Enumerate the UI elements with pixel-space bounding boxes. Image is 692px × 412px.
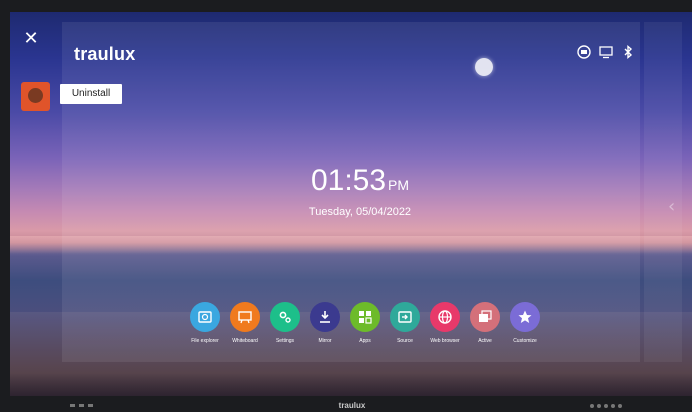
status-icons	[577, 44, 635, 60]
dock-item-active[interactable]: Active	[465, 302, 505, 350]
app-thumbnail[interactable]	[21, 82, 50, 111]
bezel-left-controls[interactable]	[70, 404, 93, 410]
apps-grid-icon[interactable]	[350, 302, 380, 332]
monitor-icon[interactable]	[599, 45, 613, 59]
download-tray-icon[interactable]	[310, 302, 340, 332]
touch-cursor	[475, 58, 493, 76]
star-icon[interactable]	[510, 302, 540, 332]
bezel-button[interactable]	[590, 404, 594, 408]
bezel-brand: traulux	[338, 401, 366, 410]
dock-label: Active	[478, 338, 492, 344]
dock-item-mirror[interactable]: Mirror	[305, 302, 345, 350]
dock-label: Source	[397, 338, 413, 344]
uninstall-button[interactable]: Uninstall	[60, 84, 122, 104]
dock-label: Apps	[359, 338, 371, 344]
dock-item-apps[interactable]: Apps	[345, 302, 385, 350]
dock-item-settings[interactable]: Settings	[265, 302, 305, 350]
bezel-button[interactable]	[79, 404, 84, 407]
globe-icon[interactable]	[430, 302, 460, 332]
chevron-right-icon[interactable]: ‹	[668, 196, 675, 217]
app-avatar-icon	[28, 88, 43, 103]
dock-label: Web browser	[430, 338, 460, 344]
bezel-button[interactable]	[88, 404, 93, 407]
bezel-button[interactable]	[70, 404, 75, 407]
bluetooth-icon[interactable]	[621, 45, 635, 59]
dock-item-customize[interactable]: Customize	[505, 302, 545, 350]
brand-logo: traulux	[74, 44, 136, 64]
clock: 01:53 PM	[250, 164, 470, 198]
bezel-button[interactable]	[604, 404, 608, 408]
whiteboard-icon[interactable]	[230, 302, 260, 332]
next-panel-peek[interactable]	[644, 22, 682, 362]
dock-item-whiteboard[interactable]: Whiteboard	[225, 302, 265, 350]
dock-item-source[interactable]: Source	[385, 302, 425, 350]
bezel-right-controls[interactable]	[590, 404, 622, 410]
app-dock: File explorer Whiteboard Settings Mirror…	[185, 302, 545, 350]
clock-time: 01:53	[310, 164, 387, 197]
dock-item-file-explorer[interactable]: File explorer	[185, 302, 225, 350]
clock-date: Tuesday, 05/04/2022	[308, 206, 412, 218]
bezel-button[interactable]	[597, 404, 601, 408]
dock-label: File explorer	[191, 338, 219, 344]
close-icon[interactable]: ✕	[22, 30, 40, 48]
dock-label: Customize	[513, 338, 537, 344]
dock-label: Settings	[275, 338, 295, 344]
gear-icon[interactable]	[270, 302, 300, 332]
bezel-button[interactable]	[618, 404, 622, 408]
folder-search-icon[interactable]	[190, 302, 220, 332]
bezel-button[interactable]	[611, 404, 615, 408]
dock-item-web-browser[interactable]: Web browser	[425, 302, 465, 350]
dock-label: Mirror	[318, 338, 332, 344]
windows-icon[interactable]	[470, 302, 500, 332]
dock-label: Whiteboard	[232, 338, 258, 344]
screen-share-icon[interactable]	[577, 45, 591, 59]
clock-ampm: PM	[388, 177, 410, 193]
input-source-icon[interactable]	[390, 302, 420, 332]
